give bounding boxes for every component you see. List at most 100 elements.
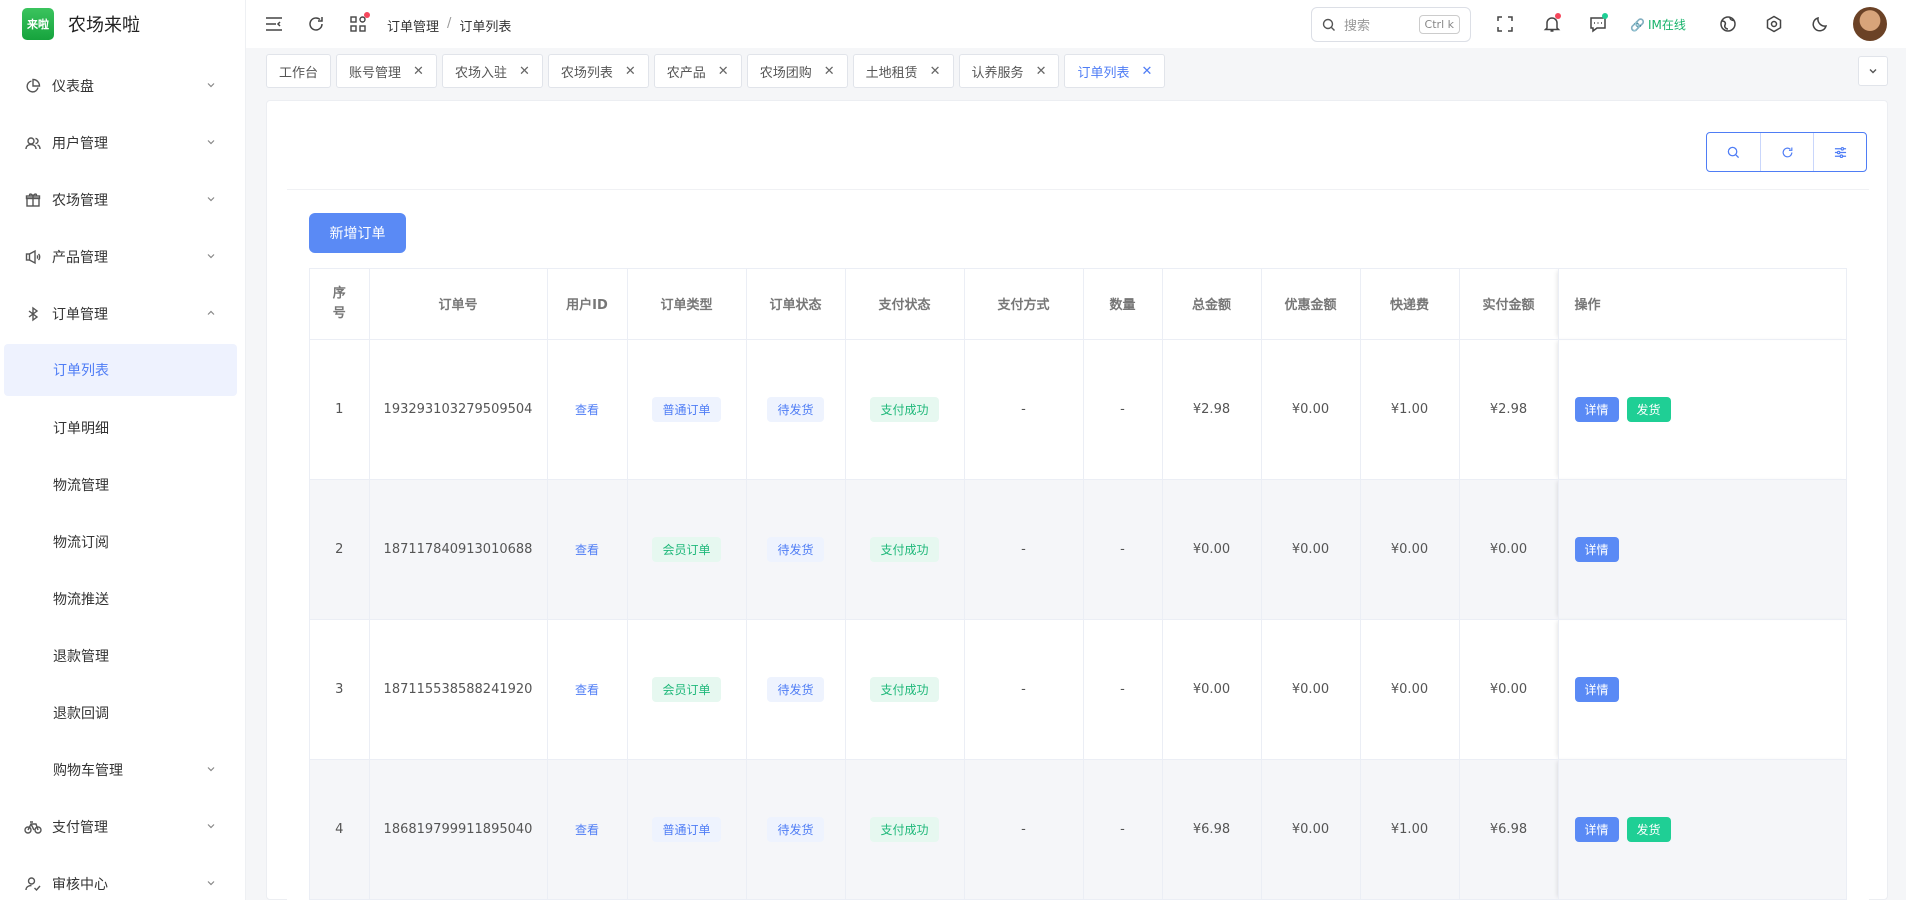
detail-button[interactable]: 详情	[1574, 396, 1619, 422]
message-icon[interactable]	[1588, 13, 1608, 34]
sidebar-item-dashboard[interactable]: 仪表盘	[0, 57, 245, 114]
sidebar-subitem-order-detail[interactable]: 订单明细	[0, 399, 245, 456]
tab-order-list[interactable]: 订单列表 ✕	[1064, 54, 1166, 88]
table-toolbar	[1706, 132, 1867, 172]
add-order-button[interactable]: 新增订单	[309, 213, 406, 253]
chevron-down-icon	[207, 83, 215, 88]
order-status-tag: 待发货	[767, 396, 824, 422]
apps-icon[interactable]	[348, 12, 370, 34]
cell-order-type: 会员订单	[627, 619, 747, 760]
tab-label: 农场团购	[759, 65, 812, 81]
sidebar-item-label: 审核中心	[52, 876, 108, 893]
detail-button[interactable]: 详情	[1574, 676, 1619, 702]
user-check-icon	[24, 875, 42, 893]
close-icon[interactable]: ✕	[718, 64, 729, 79]
gift-icon	[24, 191, 42, 209]
order-type-tag: 普通订单	[652, 396, 721, 422]
cell-qty: -	[1083, 339, 1163, 480]
cell-shipping: ¥1.00	[1360, 759, 1460, 900]
pay-status-tag: 支付成功	[870, 676, 939, 702]
globe-icon[interactable]	[1718, 14, 1738, 34]
sidebar-subitem-logistics-push[interactable]: 物流推送	[0, 570, 245, 627]
cell-pay-status: 支付成功	[845, 339, 965, 480]
bell-icon[interactable]	[1542, 13, 1562, 34]
sidebar-subitem-cart[interactable]: 购物车管理	[0, 741, 245, 798]
fullscreen-icon[interactable]	[1495, 14, 1515, 34]
im-status[interactable]: 🔗 IM在线	[1630, 16, 1686, 33]
tab-farm-join[interactable]: 农场入驻 ✕	[441, 54, 543, 88]
search-toggle-button[interactable]	[1707, 133, 1760, 171]
menu-fold-icon[interactable]	[264, 14, 284, 34]
cell-order-no: 187117840913010688	[369, 479, 548, 620]
sidebar-item-payments[interactable]: 支付管理	[0, 798, 245, 855]
cell-paid: ¥0.00	[1459, 479, 1559, 620]
detail-button[interactable]: 详情	[1574, 816, 1619, 842]
cell-paid: ¥0.00	[1459, 619, 1559, 760]
sidebar-item-products[interactable]: 产品管理	[0, 228, 245, 285]
breadcrumb: 订单管理 / 订单列表	[387, 16, 511, 35]
ship-button[interactable]: 发货	[1626, 396, 1671, 422]
cell-pay-method: -	[964, 479, 1084, 620]
close-icon[interactable]: ✕	[930, 64, 941, 79]
close-icon[interactable]: ✕	[413, 64, 424, 79]
breadcrumb-item[interactable]: 订单管理	[387, 16, 439, 35]
tab-products[interactable]: 农产品 ✕	[653, 54, 742, 88]
sidebar-item-review[interactable]: 审核中心	[0, 855, 245, 900]
moon-icon[interactable]	[1810, 14, 1830, 34]
avatar[interactable]	[1853, 7, 1887, 41]
sidebar-subitem-logistics-subscribe[interactable]: 物流订阅	[0, 513, 245, 570]
tab-farm-list[interactable]: 农场列表 ✕	[547, 54, 649, 88]
table-row: 3 187115538588241920 查看 会员订单 待发货 支付成功 - …	[310, 619, 1846, 760]
sidebar-subitem-logistics[interactable]: 物流管理	[0, 456, 245, 513]
cell-total: ¥2.98	[1162, 339, 1262, 480]
search-box[interactable]: 搜索 Ctrl k	[1311, 7, 1471, 42]
cell-user-id: 查看	[547, 759, 628, 900]
view-user-link[interactable]: 查看	[575, 543, 599, 557]
sidebar-subitem-refund-callback[interactable]: 退款回调	[0, 684, 245, 741]
cell-order-no: 187115538588241920	[369, 619, 548, 760]
view-user-link[interactable]: 查看	[575, 823, 599, 837]
cell-index: 4	[310, 759, 370, 900]
sidebar-subitem-order-list[interactable]: 订单列表	[4, 344, 237, 396]
sidebar-item-farms[interactable]: 农场管理	[0, 171, 245, 228]
order-type-tag: 会员订单	[652, 676, 721, 702]
close-icon[interactable]: ✕	[1036, 64, 1047, 79]
order-type-tag: 会员订单	[652, 536, 721, 562]
detail-button[interactable]: 详情	[1574, 536, 1619, 562]
column-header: 序号	[310, 269, 370, 340]
tab-accounts[interactable]: 账号管理 ✕	[336, 54, 437, 88]
tabs-dropdown-button[interactable]	[1858, 56, 1888, 86]
cell-order-status: 待发货	[746, 619, 846, 760]
tab-adoption[interactable]: 认养服务 ✕	[958, 54, 1060, 88]
settings-icon[interactable]	[1764, 14, 1784, 34]
ship-button[interactable]: 发货	[1626, 816, 1671, 842]
cell-user-id: 查看	[547, 619, 628, 760]
chevron-down-icon	[207, 824, 215, 829]
sidebar-item-users[interactable]: 用户管理	[0, 114, 245, 171]
refresh-icon[interactable]	[306, 14, 326, 34]
tab-label: 账号管理	[349, 65, 402, 81]
close-icon[interactable]: ✕	[1141, 64, 1152, 79]
sidebar-menu: 仪表盘 用户管理 农场管理 产品管理 订单管理 订单列表 订单明细 物流管理 物…	[0, 57, 245, 900]
column-header: 优惠金额	[1261, 269, 1361, 340]
logo-area[interactable]: 来啦 农场来啦	[0, 0, 245, 48]
sidebar-subitem-refunds[interactable]: 退款管理	[0, 627, 245, 684]
cell-pay-status: 支付成功	[845, 759, 965, 900]
view-user-link[interactable]: 查看	[575, 683, 599, 697]
cell-pay-status: 支付成功	[845, 619, 965, 760]
sidebar-item-orders[interactable]: 订单管理	[0, 285, 245, 342]
online-dot	[1602, 13, 1608, 19]
cell-total: ¥0.00	[1162, 479, 1262, 620]
cell-order-status: 待发货	[746, 339, 846, 480]
close-icon[interactable]: ✕	[824, 64, 835, 79]
tab-workbench[interactable]: 工作台	[266, 54, 332, 88]
tab-group-buy[interactable]: 农场团购 ✕	[746, 54, 848, 88]
orders-table: 序号 订单号 用户ID 订单类型 订单状态 支付状态 支付方式 数量 总金额 优…	[309, 268, 1847, 900]
refresh-button[interactable]	[1760, 133, 1813, 171]
pay-status-tag: 支付成功	[870, 536, 939, 562]
close-icon[interactable]: ✕	[519, 64, 530, 79]
tab-land-lease[interactable]: 土地租赁 ✕	[852, 54, 954, 88]
view-user-link[interactable]: 查看	[575, 403, 599, 417]
close-icon[interactable]: ✕	[625, 64, 636, 79]
column-settings-button[interactable]	[1813, 133, 1866, 171]
